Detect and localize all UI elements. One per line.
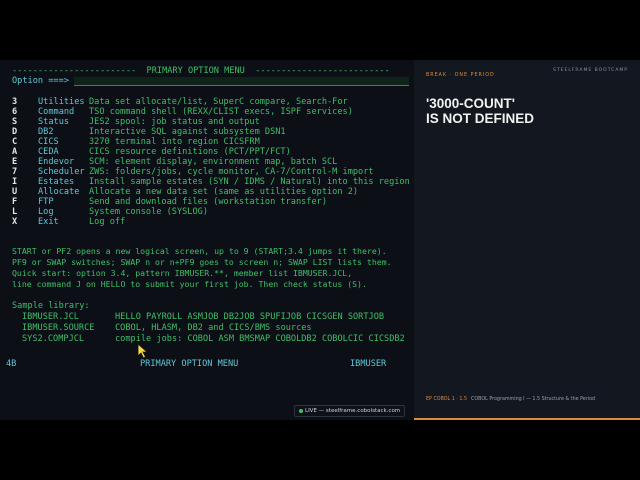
menu-item[interactable]: D DB2 Interactive SQL against subsystem DS… [12,127,412,137]
slide-topline: BREAK · ONE PERIOD [426,73,495,78]
menu-item-desc: System console (SYSLOG) [89,207,208,217]
menu-item[interactable]: 6 Command TSO command shell (REXX/CLIST ex… [12,107,412,117]
menu-item-key: 7 [12,167,18,177]
sample-library-heading: Sample library: [12,301,90,311]
menu-item-desc: TSO command shell (REXX/CLIST execs, ISP… [89,107,353,117]
menu-item[interactable]: F FTP Send and download files (workstation… [12,197,412,207]
mouse-pointer-icon [137,343,149,359]
menu-item-key: I [12,177,18,187]
menu-item-key: D [12,127,18,137]
menu-item[interactable]: L Log System console (SYSLOG) [12,207,412,217]
panel-title: PRIMARY OPTION MENU [146,66,245,76]
menu-item-key: C [12,137,18,147]
header-dashes-right: -------------------------- [255,66,390,76]
menu-item-name: Log [38,207,54,217]
menu-item-desc: Install sample estates (SYN / IDMS / Nat… [89,177,410,187]
menu-item-name: CICS [38,137,59,147]
menu-item[interactable]: U Allocate Allocate a new data set (same a… [12,187,412,197]
status-bar: 4B PRIMARY OPTION MENU IBMUSER [0,358,414,370]
menu-item[interactable]: S Status JES2 spool: job status and output [12,117,412,127]
menu-item-key: A [12,147,18,157]
slide-title-line2: IS NOT DEFINED [426,111,535,126]
sample-members: COBOL, HLASM, DB2 and CICS/BMS sources [115,323,312,333]
menu-item[interactable]: X Exit Log off [12,217,412,227]
menu-item-desc: Send and download files (workstation tra… [89,197,327,207]
menu-item-key: F [12,197,18,207]
lesson-slide: BREAK · ONE PERIOD STEELFRAME BOOTCAMP '… [414,60,640,420]
menu-item-name: Utilities [38,97,85,107]
sample-dsn[interactable]: IBMUSER.SOURCE [22,323,94,333]
slide-title-line1: '3000-COUNT' [426,96,515,111]
menu-item-desc: SCM: element display, environment map, b… [89,157,338,167]
help-line: line command J on HELLO to submit your f… [12,279,367,289]
status-user: IBMUSER [350,359,387,369]
menu-item-desc: Data set allocate/list, SuperC compare, … [89,97,348,107]
panel-header: ------------------------ PRIMARY OPTION … [12,66,408,76]
option-prompt: Option ===> [12,76,69,86]
ispf-terminal[interactable]: ------------------------ PRIMARY OPTION … [0,60,414,420]
sample-members: compile jobs: COBOL ASM BMSMAP COBOLDB2 … [115,334,405,344]
menu-item-name: Scheduler [38,167,85,177]
menu-item[interactable]: 3 Utilities Data set allocate/list, SuperC… [12,97,412,107]
header-dashes-left: ------------------------ [12,66,137,76]
menu-item-desc: JES2 spool: job status and output [89,117,260,127]
live-badge-label: LIVE — steelframe.cobolstack.com [305,408,401,414]
sample-members: HELLO PAYROLL ASMJOB DB2JOB SPUFIJOB CIC… [115,312,385,322]
help-line: Quick start: option 3.4, pattern IBMUSER… [12,268,353,278]
live-dot-icon [299,408,303,413]
menu-item-name: DB2 [38,127,54,137]
slide-brand: STEELFRAME BOOTCAMP [553,68,628,73]
sample-dsn[interactable]: IBMUSER.JCL [22,312,79,322]
slide-footer-text: COBOL Programming I — 1.5 Structure & th… [471,397,596,402]
menu-item[interactable]: 7 Scheduler ZWS: folders/jobs, cycle monit… [12,167,412,177]
slide-title: '3000-COUNT' IS NOT DEFINED [426,96,626,126]
option-input[interactable] [74,77,409,86]
slide-footer: EP COBOL 1 · 1.5 COBOL Programming I — 1.… [426,397,595,402]
menu-item-key: U [12,187,18,197]
menu-item-name: Status [38,117,70,127]
menu-item-key: L [12,207,18,217]
menu-item[interactable]: I Estates Install sample estates (SYN / ID… [12,177,412,187]
menu-item[interactable]: A CEDA CICS resource definitions (PCT/PPT/… [12,147,412,157]
menu-item-name: CEDA [38,147,59,157]
menu-item-name: Exit [38,217,59,227]
sample-dsn[interactable]: SYS2.COMPJCL [22,334,84,344]
menu-item-desc: ZWS: folders/jobs, cycle monitor, CA-7/C… [89,167,374,177]
help-line: PF9 or SWAP switches; SWAP n or n+PF9 go… [12,257,392,267]
status-panel-name: PRIMARY OPTION MENU [140,359,239,369]
menu-item-name: Command [38,107,75,117]
screen-id: 4B [6,359,17,369]
menu-item-key: S [12,117,18,127]
menu-item-name: Estates [38,177,75,187]
menu-item-desc: Log off [89,217,126,227]
slide-accent-rule [414,418,640,420]
menu-item[interactable]: E Endevor SCM: element display, environmen… [12,157,412,167]
help-line: START or PF2 opens a new logical screen,… [12,246,387,256]
menu-item-desc: CICS resource definitions (PCT/PPT/FCT) [89,147,291,157]
menu-item-name: FTP [38,197,54,207]
menu-item[interactable]: C CICS 3270 terminal into region CICSFRM [12,137,412,147]
menu-item-name: Allocate [38,187,80,197]
menu-item-key: 3 [12,97,18,107]
menu-item-name: Endevor [38,157,75,167]
menu-item-desc: 3270 terminal into region CICSFRM [89,137,260,147]
live-badge[interactable]: LIVE — steelframe.cobolstack.com [294,405,406,417]
slide-footer-code: EP COBOL 1 · 1.5 [426,397,468,402]
menu-item-key: E [12,157,18,167]
menu-item-key: X [12,217,18,227]
menu-item-desc: Interactive SQL against subsystem DSN1 [89,127,286,137]
menu-item-desc: Allocate a new data set (same as utiliti… [89,187,359,197]
video-frame: ------------------------ PRIMARY OPTION … [0,60,640,420]
menu-item-key: 6 [12,107,18,117]
